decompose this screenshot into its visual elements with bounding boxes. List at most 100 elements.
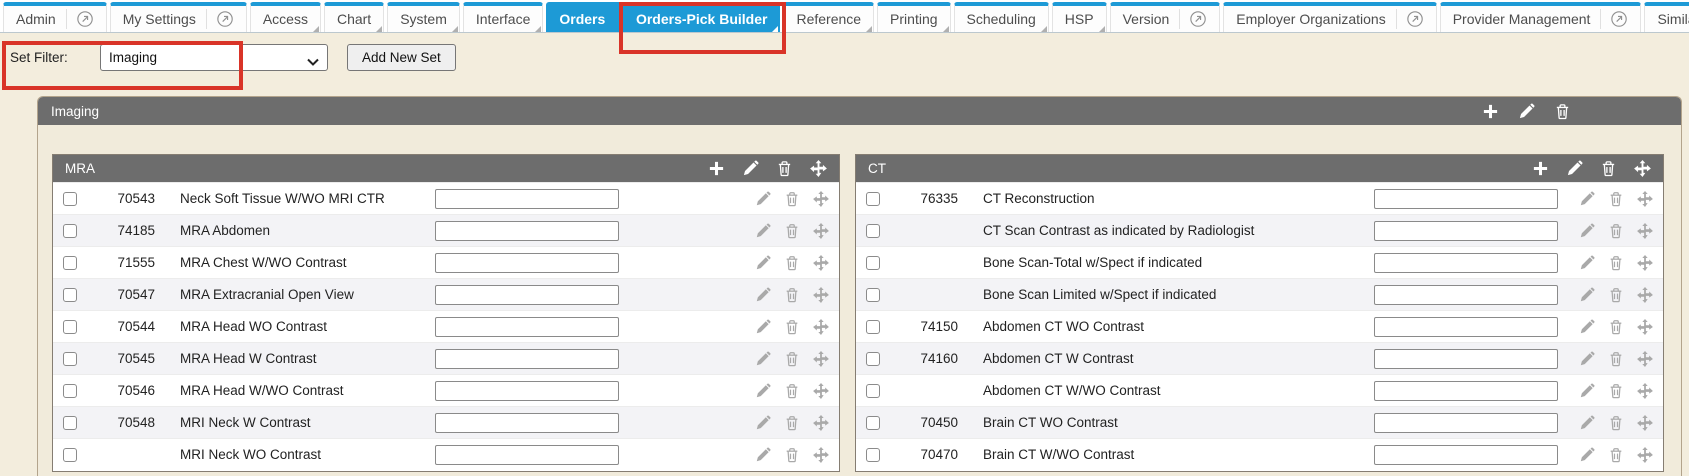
row-trash-button[interactable]: [1608, 415, 1624, 431]
row-pencil-button[interactable]: [755, 287, 771, 303]
row-checkbox[interactable]: [866, 288, 880, 302]
table-trash-button[interactable]: [1600, 160, 1617, 177]
row-pencil-button[interactable]: [1579, 415, 1595, 431]
row-text-input[interactable]: [435, 189, 619, 209]
row-text-input[interactable]: [435, 445, 619, 465]
row-checkbox[interactable]: [866, 448, 880, 462]
row-move-button[interactable]: [1637, 191, 1653, 207]
table-pencil-button[interactable]: [742, 160, 759, 177]
row-text-input[interactable]: [1374, 317, 1558, 337]
row-text-input[interactable]: [1374, 285, 1558, 305]
row-move-button[interactable]: [1637, 255, 1653, 271]
row-trash-button[interactable]: [784, 287, 800, 303]
row-move-button[interactable]: [813, 191, 829, 207]
table-move-button[interactable]: [810, 160, 827, 177]
table-move-button[interactable]: [1634, 160, 1651, 177]
panel-plus-button[interactable]: [1482, 103, 1499, 120]
row-trash-button[interactable]: [1608, 383, 1624, 399]
row-pencil-button[interactable]: [755, 223, 771, 239]
tab-printing[interactable]: Printing: [877, 2, 950, 32]
tab-provider-management[interactable]: Provider Management: [1440, 2, 1642, 32]
row-move-button[interactable]: [1637, 287, 1653, 303]
row-checkbox[interactable]: [866, 224, 880, 238]
row-pencil-button[interactable]: [1579, 447, 1595, 463]
table-plus-button[interactable]: [708, 160, 725, 177]
tab-hsp[interactable]: HSP: [1052, 2, 1107, 32]
row-text-input[interactable]: [1374, 413, 1558, 433]
row-text-input[interactable]: [1374, 445, 1558, 465]
tab-version[interactable]: Version: [1110, 2, 1221, 32]
row-pencil-button[interactable]: [755, 383, 771, 399]
open-new-window-icon-button[interactable]: [1190, 11, 1207, 28]
tab-admin[interactable]: Admin: [3, 2, 107, 32]
row-move-button[interactable]: [813, 255, 829, 271]
row-pencil-button[interactable]: [1579, 351, 1595, 367]
row-text-input[interactable]: [435, 221, 619, 241]
tab-orders[interactable]: Orders: [546, 2, 618, 32]
row-trash-button[interactable]: [1608, 319, 1624, 335]
row-trash-button[interactable]: [1608, 223, 1624, 239]
row-checkbox[interactable]: [866, 384, 880, 398]
tab-reference[interactable]: Reference: [783, 2, 874, 32]
row-pencil-button[interactable]: [1579, 383, 1595, 399]
row-checkbox[interactable]: [63, 192, 77, 206]
row-checkbox[interactable]: [63, 384, 77, 398]
row-pencil-button[interactable]: [755, 319, 771, 335]
row-text-input[interactable]: [435, 381, 619, 401]
row-trash-button[interactable]: [1608, 351, 1624, 367]
row-move-button[interactable]: [1637, 351, 1653, 367]
row-trash-button[interactable]: [1608, 287, 1624, 303]
row-pencil-button[interactable]: [755, 351, 771, 367]
row-move-button[interactable]: [1637, 319, 1653, 335]
row-pencil-button[interactable]: [755, 415, 771, 431]
row-trash-button[interactable]: [784, 255, 800, 271]
tab-access[interactable]: Access: [250, 2, 321, 32]
row-checkbox[interactable]: [866, 352, 880, 366]
open-new-window-icon-button[interactable]: [77, 11, 94, 28]
row-pencil-button[interactable]: [1579, 287, 1595, 303]
row-pencil-button[interactable]: [755, 191, 771, 207]
row-trash-button[interactable]: [784, 191, 800, 207]
row-trash-button[interactable]: [784, 319, 800, 335]
row-text-input[interactable]: [1374, 221, 1558, 241]
row-trash-button[interactable]: [1608, 447, 1624, 463]
row-checkbox[interactable]: [866, 320, 880, 334]
row-pencil-button[interactable]: [1579, 319, 1595, 335]
tab-scheduling[interactable]: Scheduling: [954, 2, 1049, 32]
row-pencil-button[interactable]: [1579, 191, 1595, 207]
row-checkbox[interactable]: [63, 416, 77, 430]
row-text-input[interactable]: [1374, 253, 1558, 273]
row-checkbox[interactable]: [63, 288, 77, 302]
row-trash-button[interactable]: [1608, 255, 1624, 271]
row-pencil-button[interactable]: [755, 447, 771, 463]
row-checkbox[interactable]: [866, 256, 880, 270]
row-trash-button[interactable]: [784, 383, 800, 399]
row-move-button[interactable]: [813, 415, 829, 431]
row-checkbox[interactable]: [63, 448, 77, 462]
tab-my-settings[interactable]: My Settings: [110, 2, 247, 32]
tab-orders-pick-builder[interactable]: Orders-Pick Builder: [623, 2, 781, 32]
row-text-input[interactable]: [1374, 381, 1558, 401]
row-trash-button[interactable]: [784, 447, 800, 463]
row-trash-button[interactable]: [784, 351, 800, 367]
row-checkbox[interactable]: [866, 192, 880, 206]
row-text-input[interactable]: [435, 317, 619, 337]
row-move-button[interactable]: [813, 223, 829, 239]
tab-interface[interactable]: Interface: [463, 2, 543, 32]
row-checkbox[interactable]: [63, 320, 77, 334]
row-pencil-button[interactable]: [1579, 223, 1595, 239]
row-move-button[interactable]: [1637, 383, 1653, 399]
open-new-window-icon-button[interactable]: [1407, 11, 1424, 28]
row-text-input[interactable]: [435, 253, 619, 273]
row-move-button[interactable]: [813, 447, 829, 463]
row-move-button[interactable]: [1637, 447, 1653, 463]
row-checkbox[interactable]: [63, 352, 77, 366]
table-plus-button[interactable]: [1532, 160, 1549, 177]
tab-chart[interactable]: Chart: [324, 2, 384, 32]
row-move-button[interactable]: [813, 383, 829, 399]
set-filter-select[interactable]: Imaging: [100, 44, 328, 71]
row-trash-button[interactable]: [784, 223, 800, 239]
row-text-input[interactable]: [435, 285, 619, 305]
tab-system[interactable]: System: [387, 2, 460, 32]
panel-pencil-button[interactable]: [1518, 103, 1535, 120]
